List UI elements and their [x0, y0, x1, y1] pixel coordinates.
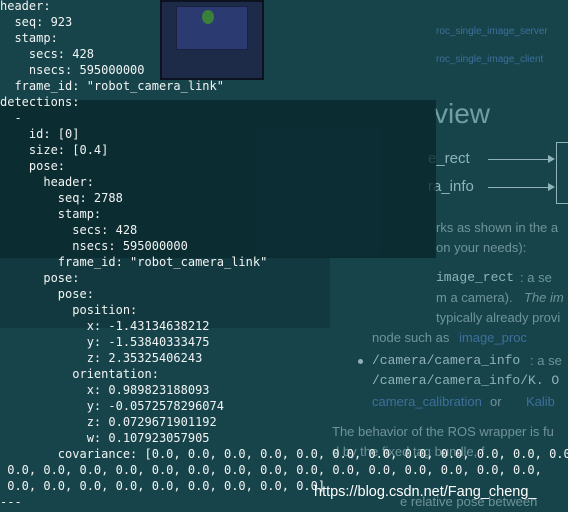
terminal-line: z: 2.35325406243 — [0, 351, 203, 365]
watermark-url: https://blog.csdn.net/Fang_cheng_ — [314, 484, 537, 500]
terminal-line: id: [0] — [0, 127, 80, 141]
terminal-output[interactable]: header: seq: 923 stamp: secs: 428 nsecs:… — [0, 0, 568, 512]
terminal-line: nsecs: 595000000 — [0, 63, 145, 77]
terminal-line: orientation: — [0, 367, 159, 381]
terminal-line: seq: 2788 — [0, 191, 123, 205]
terminal-line: frame_id: "robot_camera_link" — [0, 255, 268, 269]
terminal-line: size: [0.4] — [0, 143, 109, 157]
terminal-line: x: 0.989823188093 — [0, 383, 210, 397]
terminal-line: seq: 923 — [0, 15, 73, 29]
terminal-line: w: 0.107923057905 — [0, 431, 210, 445]
screen: roc_single_image_server roc_single_image… — [0, 0, 568, 512]
terminal-line: stamp: — [0, 207, 102, 221]
terminal-line: frame_id: "robot_camera_link" — [0, 79, 224, 93]
terminal-line: pose: — [0, 271, 80, 285]
terminal-line: header: — [0, 175, 94, 189]
terminal-line: 0.0, 0.0, 0.0, 0.0, 0.0, 0.0, 0.0, 0.0, … — [0, 463, 542, 477]
terminal-line: position: — [0, 303, 138, 317]
terminal-line: z: 0.0729671901192 — [0, 415, 217, 429]
terminal-line: detections: — [0, 95, 80, 109]
terminal-line: header: — [0, 0, 51, 13]
terminal-line: y: -1.53840333475 — [0, 335, 210, 349]
terminal-line: - — [0, 111, 22, 125]
terminal-line: 0.0, 0.0, 0.0, 0.0, 0.0, 0.0, 0.0, 0.0, … — [0, 479, 326, 493]
terminal-line: pose: — [0, 287, 94, 301]
terminal-line: secs: 428 — [0, 223, 138, 237]
terminal-line: nsecs: 595000000 — [0, 239, 188, 253]
terminal-line: covariance: [0.0, 0.0, 0.0, 0.0, 0.0, 0.… — [0, 447, 568, 461]
terminal-line: pose: — [0, 159, 66, 173]
terminal-line: --- — [0, 495, 22, 509]
terminal-line: x: -1.43134638212 — [0, 319, 210, 333]
terminal-line: stamp: — [0, 31, 58, 45]
terminal-line: y: -0.0572578296074 — [0, 399, 224, 413]
terminal-line: secs: 428 — [0, 47, 94, 61]
